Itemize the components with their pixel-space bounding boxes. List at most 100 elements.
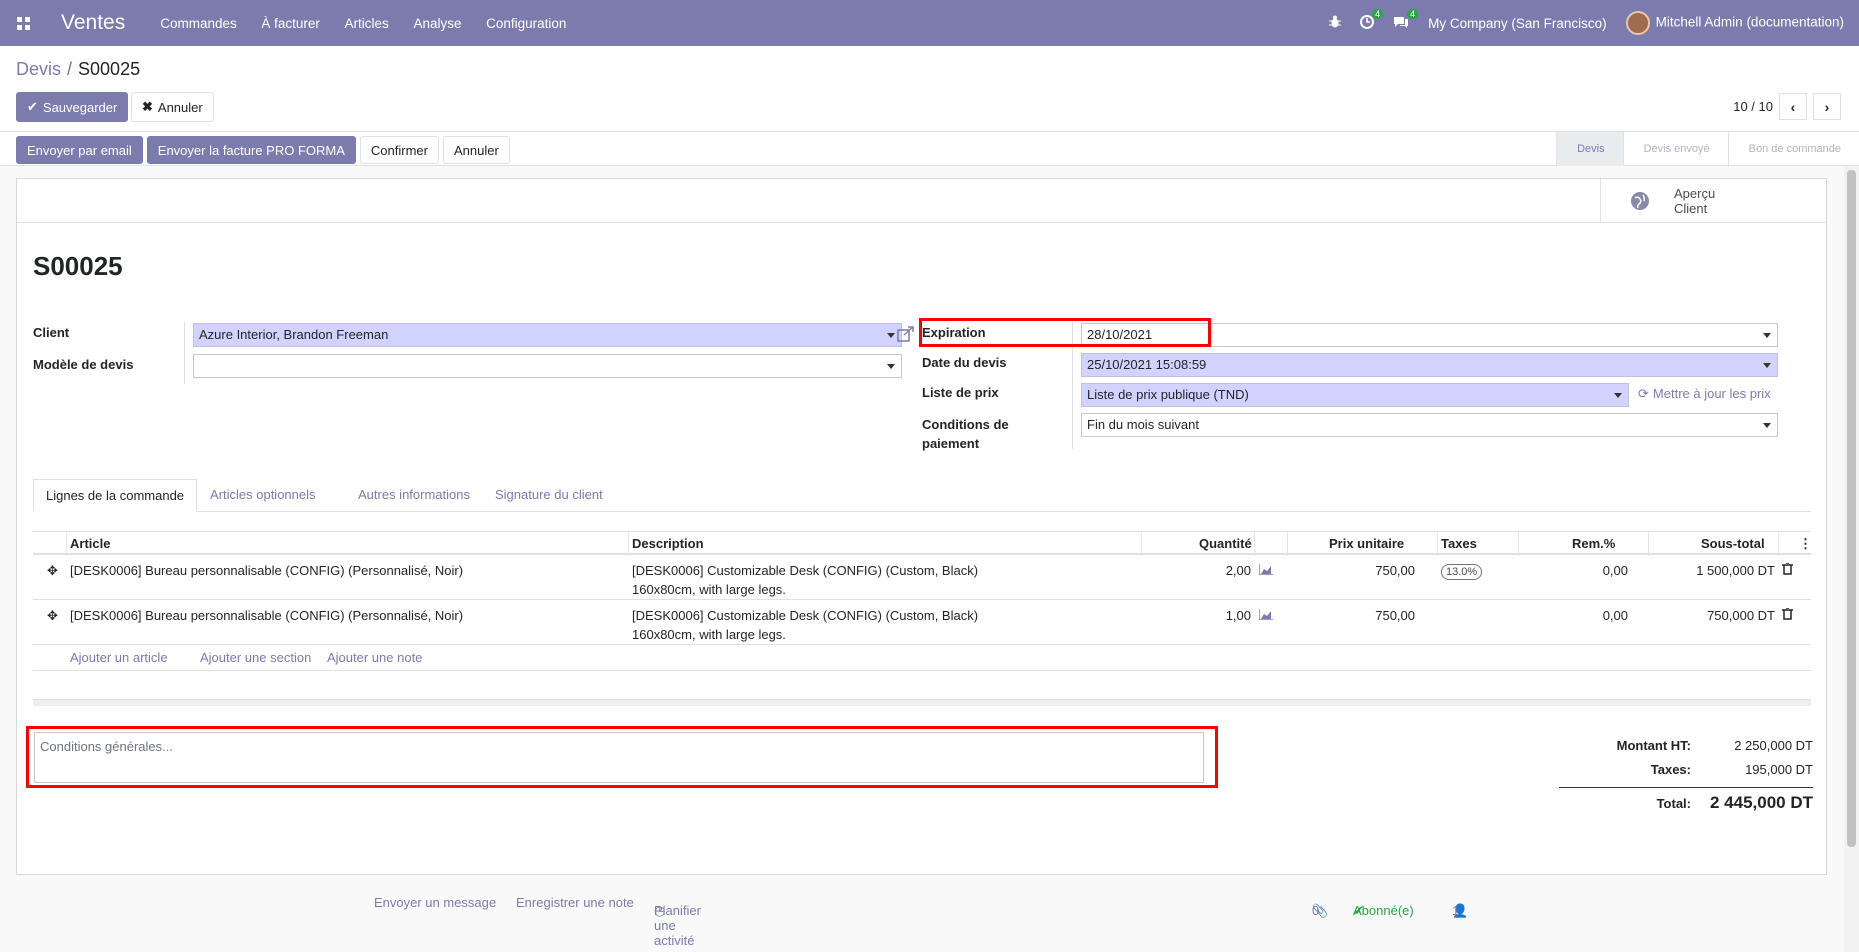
menu-analyse[interactable]: Analyse: [413, 16, 461, 31]
client-field[interactable]: Azure Interior, Brandon Freeman: [193, 323, 902, 347]
tax-badge[interactable]: 13.0%: [1441, 564, 1483, 580]
discard-button[interactable]: ✖ Annuler: [131, 92, 214, 122]
pager-previous-icon[interactable]: ‹: [1779, 93, 1807, 120]
payment-terms-label: Conditions de paiement: [922, 417, 1009, 451]
breadcrumb-current: S00025: [78, 59, 141, 79]
row-unit-price: 750,00: [1375, 563, 1415, 578]
refresh-icon: ⟳: [1638, 386, 1649, 401]
update-prices-button[interactable]: ⟳ Mettre à jour les prix: [1638, 386, 1771, 402]
notebook-tabs: Lignes de la commande Articles optionnel…: [33, 479, 1811, 512]
user-name: Mitchell Admin (documentation): [1655, 14, 1844, 30]
quote-date-value: 25/10/2021 15:08:59: [1087, 357, 1207, 372]
menu-articles[interactable]: Articles: [345, 16, 389, 31]
page-scrollbar[interactable]: [1844, 166, 1859, 952]
tab-order-lines[interactable]: Lignes de la commande: [33, 479, 198, 512]
user-avatar: [1625, 11, 1650, 35]
app-title[interactable]: Ventes: [61, 11, 125, 35]
company-switcher[interactable]: My Company (San Francisco): [1428, 16, 1607, 31]
totals-summary: Montant HT: 2 250,000 DT Taxes: 195,000 DT…: [1559, 735, 1813, 816]
menu-a-facturer[interactable]: À facturer: [261, 16, 320, 31]
row-unit-price: 750,00: [1375, 608, 1415, 623]
tab-other-info[interactable]: Autres informations: [358, 479, 470, 512]
row-quantity: 2,00: [1225, 563, 1251, 578]
control-panel: Devis / S00025 ✔ Sauvegarder ✖ Annuler 10 / …: [0, 46, 1859, 132]
trash-icon[interactable]: [1782, 606, 1793, 625]
preview-label-2: Client: [1674, 201, 1708, 216]
add-product-link[interactable]: Ajouter un article: [70, 650, 168, 665]
messaging-chat-icon[interactable]: 4: [1393, 8, 1419, 32]
order-lines-table: Article Description Quantité Prix unitai…: [33, 531, 1812, 671]
col-subtotal[interactable]: Sous-total: [1701, 532, 1765, 556]
taxes-label: Taxes:: [1650, 762, 1691, 777]
row-article: [DESK0006] Bureau personnalisable (CONFI…: [70, 563, 464, 578]
row-discount: 0,00: [1602, 608, 1628, 623]
add-note-link[interactable]: Ajouter une note: [327, 650, 422, 665]
tab-optional-products[interactable]: Articles optionnels: [210, 479, 316, 512]
highlight-expiration: [919, 318, 1211, 347]
quote-template-field[interactable]: [193, 354, 902, 378]
payment-terms-field[interactable]: Fin du mois suivant: [1081, 413, 1778, 437]
record-title: S00025: [33, 251, 123, 281]
table-row[interactable]: ✥ [DESK0006] Bureau personnalisable (CON…: [33, 555, 1811, 600]
breadcrumb: Devis / S00025: [16, 59, 141, 79]
client-value: Azure Interior, Brandon Freeman: [199, 327, 389, 342]
forecast-chart-icon[interactable]: [1258, 561, 1273, 580]
menu-commandes[interactable]: Commandes: [160, 16, 237, 31]
col-quantity[interactable]: Quantité: [1199, 532, 1252, 556]
col-discount[interactable]: Rem.%: [1572, 532, 1615, 556]
row-subtotal: 750,000 DT: [1707, 608, 1775, 623]
form-statusbar: Envoyer par email Envoyer la facture PRO…: [0, 132, 1859, 166]
scrollbar-thumb[interactable]: [1847, 170, 1856, 847]
send-message-button[interactable]: Envoyer un message: [374, 895, 496, 910]
external-link-icon[interactable]: [897, 326, 915, 345]
tab-customer-signature[interactable]: Signature du client: [495, 479, 603, 512]
drag-handle-icon[interactable]: ✥: [47, 606, 58, 625]
apps-menu-icon[interactable]: [0, 0, 46, 46]
save-button[interactable]: ✔ Sauvegarder: [16, 92, 129, 122]
pager-value[interactable]: 10 / 10: [1733, 99, 1773, 114]
untaxed-label: Montant HT:: [1616, 738, 1691, 753]
pager: 10 / 10 ‹ ›: [1733, 93, 1841, 120]
col-description[interactable]: Description: [632, 532, 704, 556]
send-by-email-button[interactable]: Envoyer par email: [16, 136, 143, 164]
row-article: [DESK0006] Bureau personnalisable (CONFI…: [70, 608, 464, 623]
stage-bon-de-commande[interactable]: Bon de commande: [1727, 132, 1859, 166]
row-description: [DESK0006] Customizable Desk (CONFIG) (C…: [632, 563, 979, 597]
pager-next-icon[interactable]: ›: [1813, 93, 1841, 120]
table-row[interactable]: ✥ [DESK0006] Bureau personnalisable (CON…: [33, 600, 1811, 645]
col-article[interactable]: Article: [70, 532, 110, 556]
debug-bug-icon[interactable]: [1329, 15, 1342, 31]
row-quantity: 1,00: [1225, 608, 1251, 623]
add-section-link[interactable]: Ajouter une section: [200, 650, 311, 665]
breadcrumb-devis-link[interactable]: Devis: [16, 59, 61, 79]
menu-configuration[interactable]: Configuration: [486, 16, 566, 31]
customer-preview-button[interactable]: Aperçu Client: [1600, 179, 1826, 223]
top-navbar: Ventes Commandes À facturer Articles Ana…: [0, 0, 1859, 46]
trash-icon[interactable]: [1782, 561, 1793, 580]
activity-clock-icon[interactable]: 4: [1360, 8, 1384, 32]
col-taxes[interactable]: Taxes: [1441, 532, 1477, 556]
main-menu: Commandes À facturer Articles Analyse Co…: [160, 16, 587, 31]
log-note-button[interactable]: Enregistrer une note: [516, 895, 634, 910]
cancel-order-button[interactable]: Annuler: [442, 136, 510, 164]
button-box: Aperçu Client: [17, 179, 1826, 223]
pricelist-field[interactable]: Liste de prix publique (TND): [1081, 383, 1629, 407]
send-proforma-button[interactable]: Envoyer la facture PRO FORMA: [146, 136, 356, 164]
stage-devis-envoye[interactable]: Devis envoyé: [1622, 132, 1728, 166]
payment-terms-value: Fin du mois suivant: [1087, 417, 1199, 432]
quote-date-field[interactable]: 25/10/2021 15:08:59: [1081, 353, 1778, 377]
stage-pipeline: Devis Devis envoyé Bon de commande: [1556, 132, 1859, 166]
add-line-row: Ajouter un article Ajouter une section A…: [33, 645, 1811, 671]
col-unit-price[interactable]: Prix unitaire: [1329, 532, 1404, 556]
highlight-terms: [26, 726, 1218, 788]
stage-devis[interactable]: Devis: [1556, 132, 1623, 166]
quote-date-label: Date du devis: [922, 355, 1007, 370]
total-amount: 2 445,000 DT: [1709, 793, 1813, 812]
optional-columns-icon[interactable]: ⋮: [1799, 532, 1812, 556]
user-menu[interactable]: Mitchell Admin (documentation): [1625, 11, 1844, 35]
drag-handle-icon[interactable]: ✥: [47, 561, 58, 580]
forecast-chart-icon[interactable]: [1258, 606, 1273, 625]
confirm-button[interactable]: Confirmer: [359, 136, 439, 164]
quote-template-label: Modèle de devis: [33, 357, 134, 372]
pricelist-value: Liste de prix publique (TND): [1087, 387, 1249, 402]
